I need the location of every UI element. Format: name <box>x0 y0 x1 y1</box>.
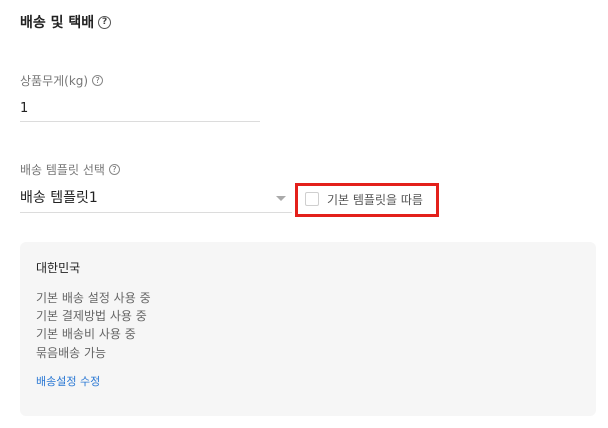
panel-region: 대한민국 <box>36 261 81 275</box>
section-title-shipping: 배송 및 택배 ? <box>20 12 112 32</box>
panel-line: 기본 배송비 사용 중 <box>36 327 136 341</box>
panel-line: 기본 배송 설정 사용 중 <box>36 291 151 305</box>
chevron-down-icon <box>276 196 286 201</box>
weight-label: 상품무게(kg) ? <box>20 72 104 89</box>
weight-label-text: 상품무게(kg) <box>20 74 89 88</box>
weight-input[interactable]: 1 <box>20 97 260 122</box>
panel-line: 묶음배송 가능 <box>36 346 107 360</box>
template-label-text: 배송 템플릿 선택 <box>20 163 105 177</box>
section-title-text: 배송 및 택배 <box>20 15 95 31</box>
template-select[interactable]: 배송 템플릿1 <box>20 186 292 213</box>
help-icon[interactable]: ? <box>92 75 104 86</box>
help-icon[interactable]: ? <box>98 15 112 29</box>
template-select-value: 배송 템플릿1 <box>20 190 98 206</box>
template-label: 배송 템플릿 선택 ? <box>20 161 120 178</box>
help-icon[interactable]: ? <box>108 164 120 175</box>
default-template-checkbox[interactable] <box>305 192 319 206</box>
edit-shipping-settings-link[interactable]: 배송설정 수정 <box>36 373 100 389</box>
panel-line: 기본 결제방법 사용 중 <box>36 309 147 323</box>
default-template-checkbox-label[interactable]: 기본 템플릿을 따름 <box>327 191 423 208</box>
